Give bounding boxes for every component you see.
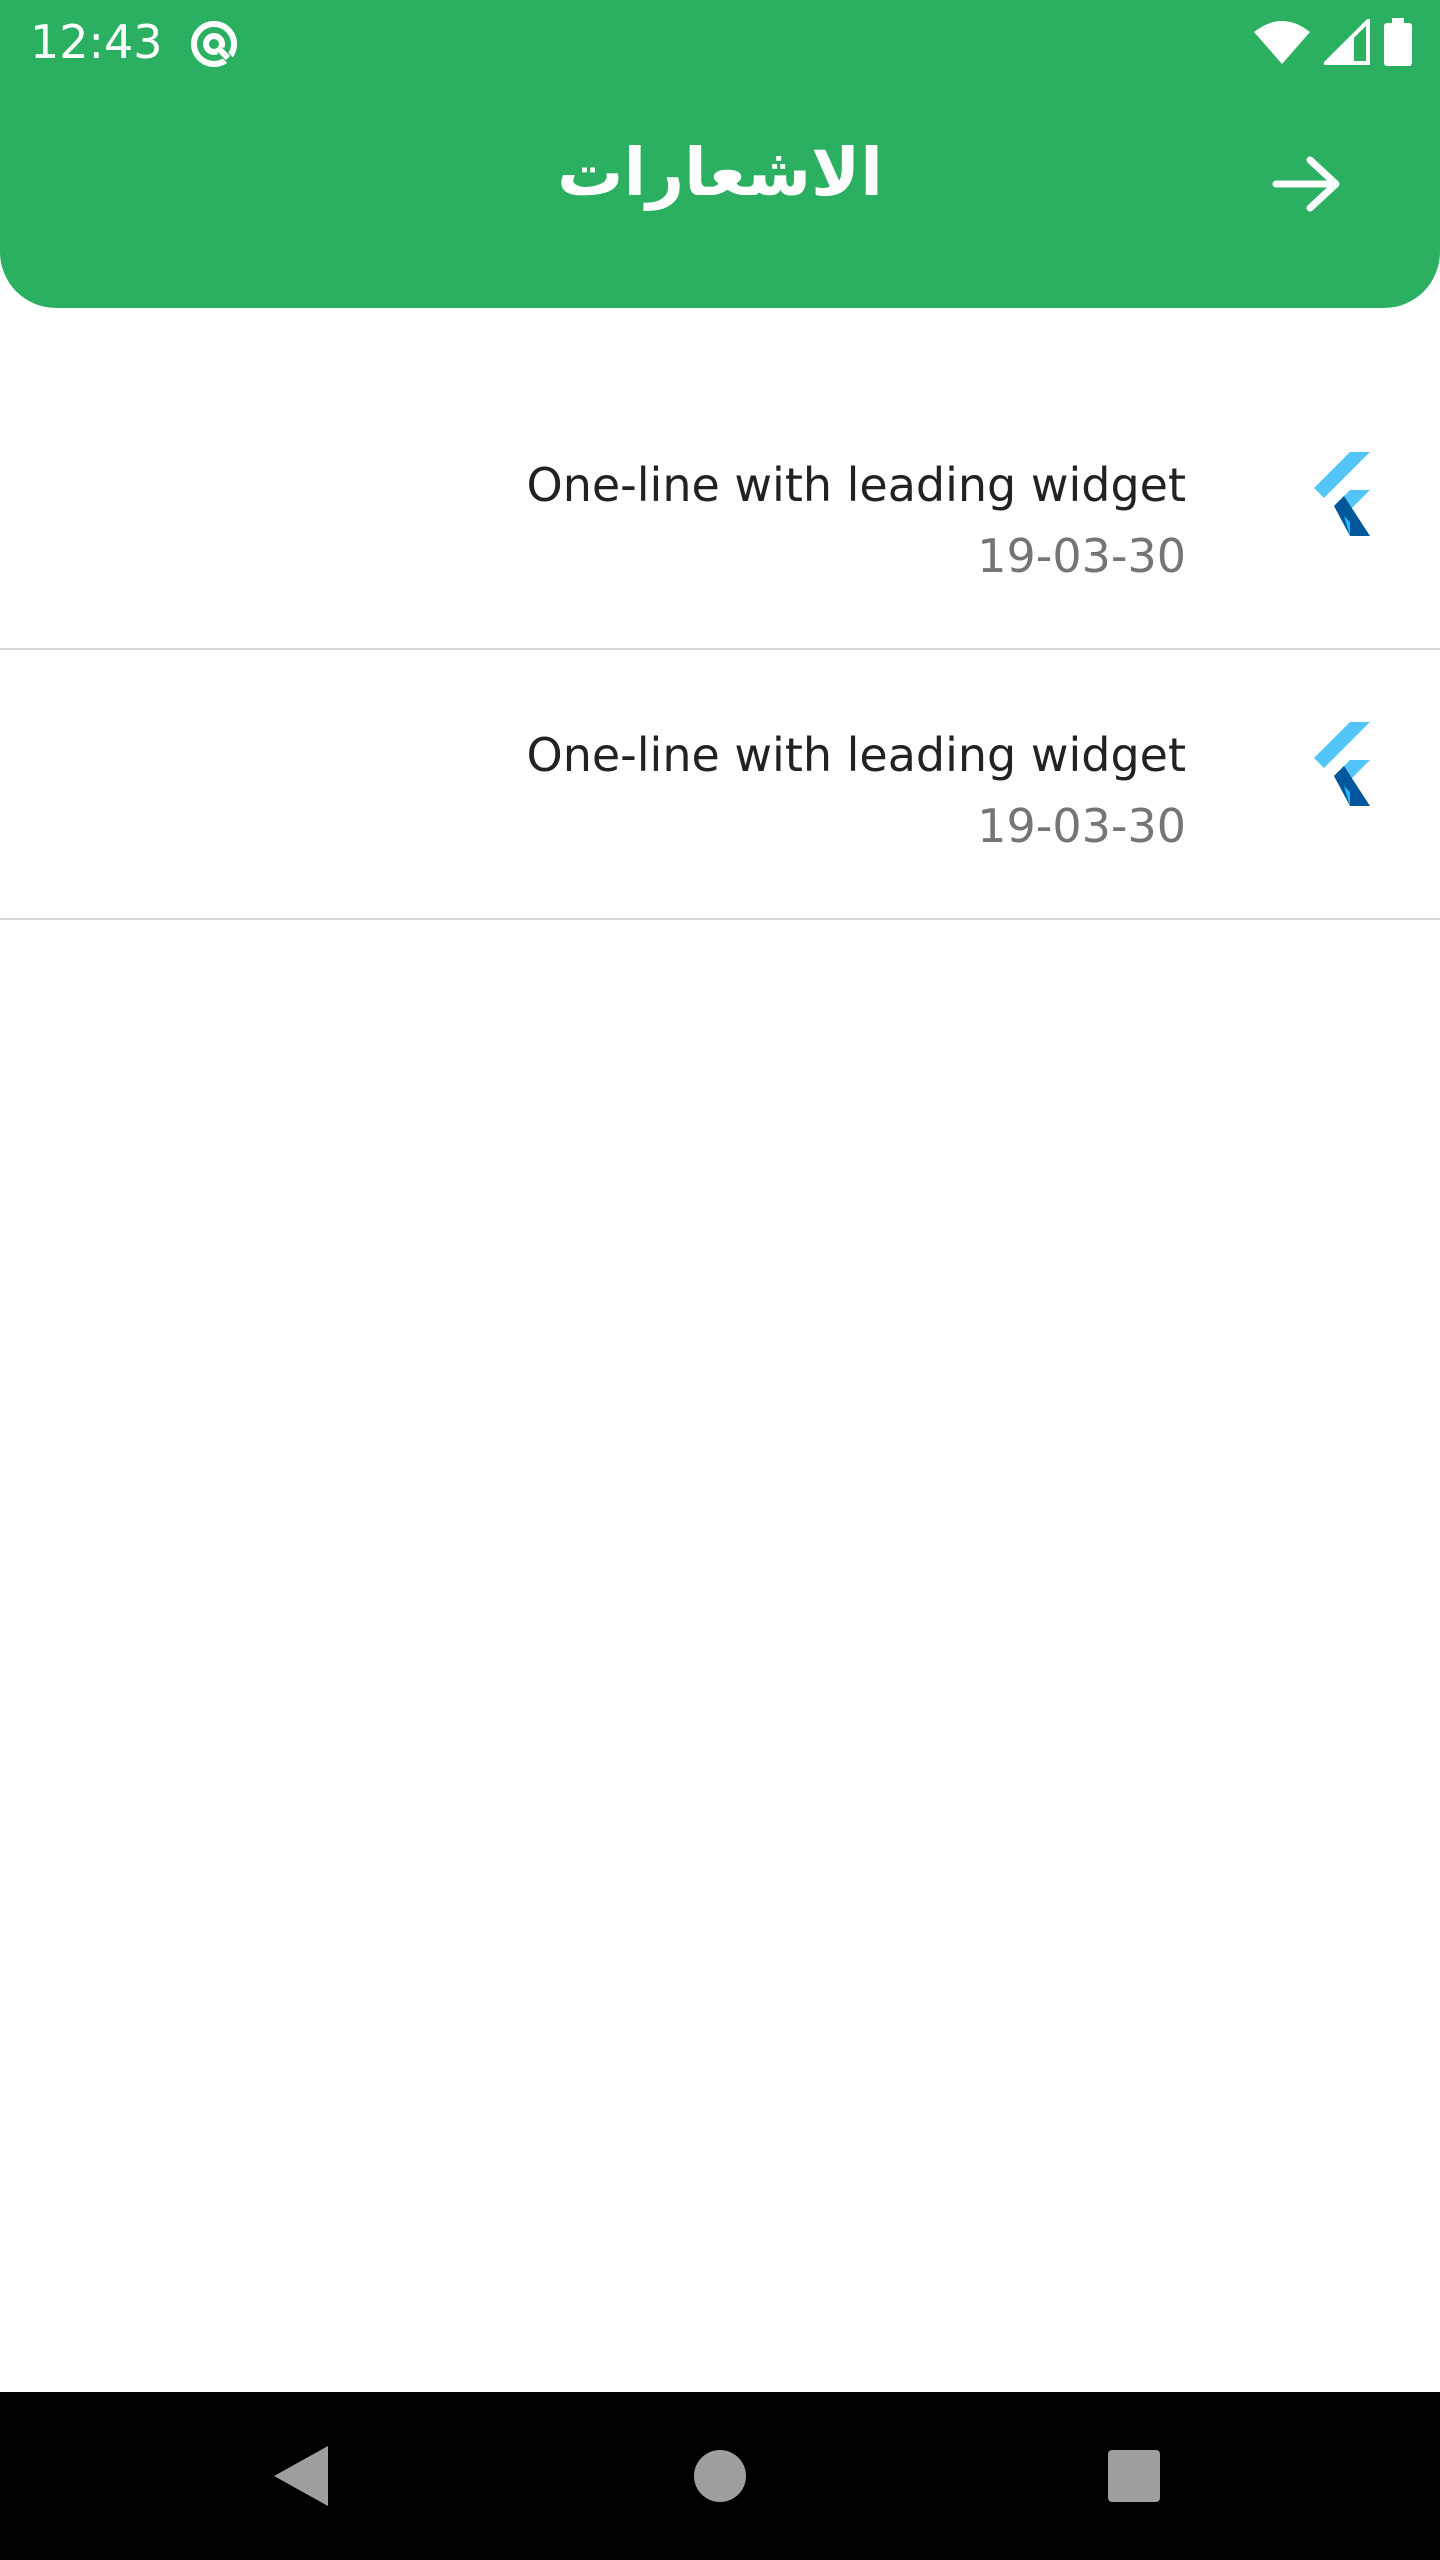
notification-item[interactable]: One-line with leading widget 19-03-30 (0, 380, 1440, 650)
recents-square-icon[interactable] (1094, 2436, 1174, 2516)
notification-title: One-line with leading widget (526, 728, 1186, 782)
status-bar: 12:43 (0, 0, 1440, 84)
flutter-logo-icon (1314, 722, 1370, 806)
page-title: الاشعارات (557, 134, 883, 211)
back-triangle-icon[interactable] (260, 2436, 340, 2516)
notification-date: 19-03-30 (977, 799, 1186, 853)
flutter-logo-icon (1314, 452, 1370, 536)
system-nav-bar (0, 2392, 1440, 2560)
app-bar: 12:43 الاشعارات (0, 0, 1440, 308)
wifi-icon (1254, 21, 1310, 64)
notification-date: 19-03-30 (977, 529, 1186, 583)
status-icons (1254, 18, 1412, 66)
at-sign-icon (191, 21, 237, 67)
notification-list: One-line with leading widget 19-03-30 On… (0, 380, 1440, 920)
battery-icon (1384, 18, 1412, 66)
cellular-signal-icon (1324, 19, 1370, 65)
notification-title: One-line with leading widget (526, 458, 1186, 512)
notification-item[interactable]: One-line with leading widget 19-03-30 (0, 650, 1440, 920)
notifications-screen: 12:43 الاشعارات One-line with leading wi… (0, 0, 1440, 2560)
status-time: 12:43 (30, 15, 163, 69)
arrow-right-icon[interactable] (1268, 148, 1348, 220)
home-circle-icon[interactable] (680, 2436, 760, 2516)
